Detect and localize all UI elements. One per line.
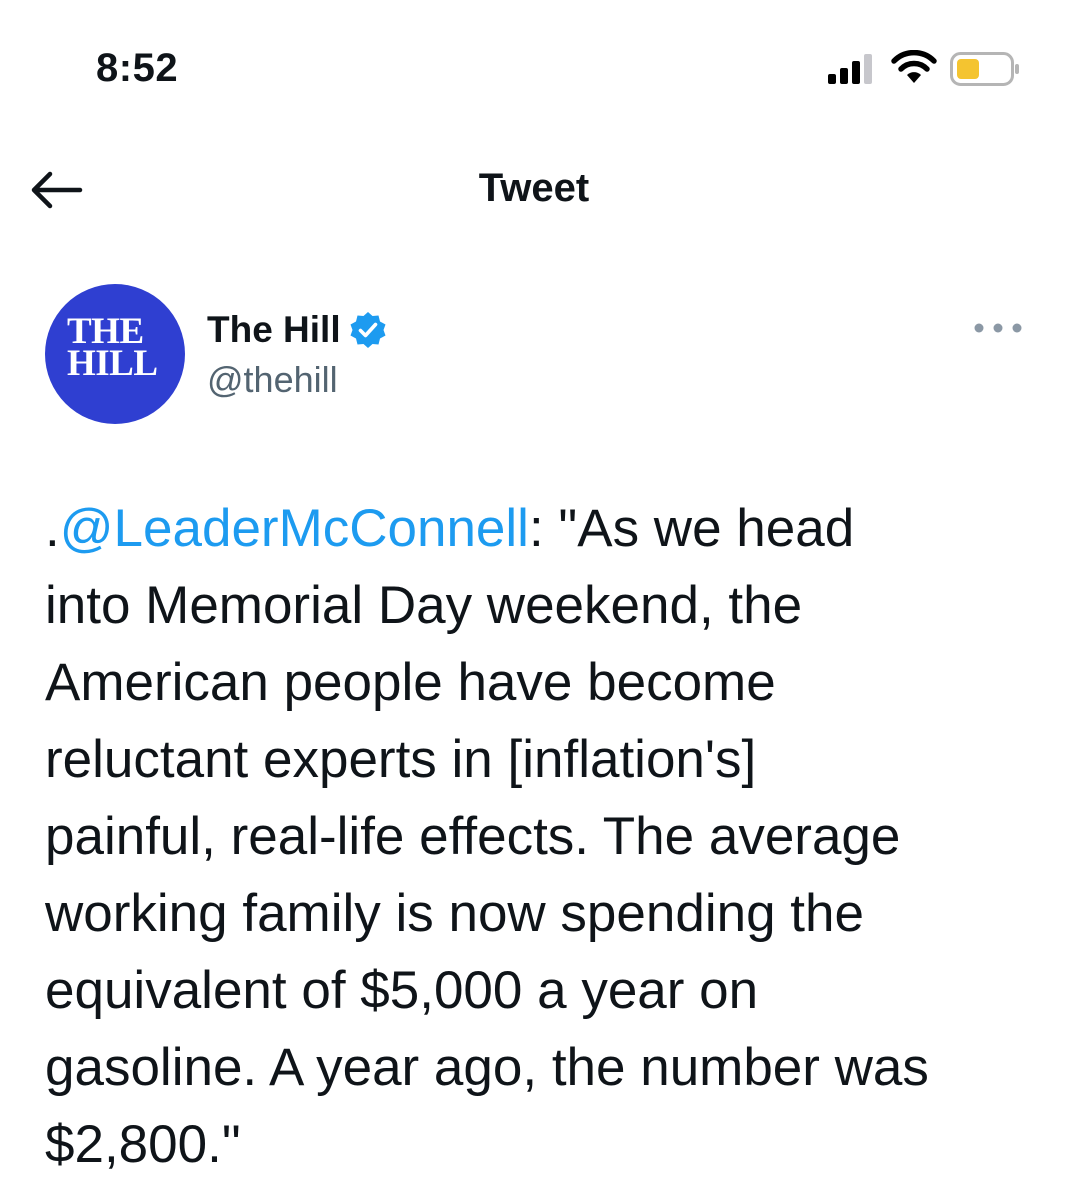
more-options-icon[interactable]	[970, 316, 1026, 340]
tweet-text: .@LeaderMcConnell: "As we head into Memo…	[45, 490, 1035, 1183]
tweet-line-9: $2,800."	[45, 1115, 241, 1174]
page-title: Tweet	[478, 166, 590, 210]
tweet-line-1: .@LeaderMcConnell: "As we head	[45, 490, 1035, 567]
handle[interactable]: @thehill	[207, 358, 338, 402]
tweet-prefix: .	[45, 499, 60, 558]
mention-link[interactable]: @LeaderMcConnell	[60, 499, 529, 558]
battery-icon	[950, 52, 1019, 86]
tweet-line-6: working family is now spending the	[45, 884, 864, 943]
display-name[interactable]: The Hill	[207, 308, 341, 352]
wifi-icon	[891, 50, 937, 83]
tweet-line-4: reluctant experts in [inflation's]	[45, 730, 757, 789]
tweet-line-3: American people have become	[45, 653, 776, 712]
signal-icon	[828, 54, 872, 84]
avatar[interactable]: THE HILL	[45, 284, 185, 424]
tweet-line-5: painful, real-life effects. The average	[45, 807, 901, 866]
avatar-logo-line2: HILL	[67, 343, 158, 384]
verified-badge-icon	[350, 312, 386, 348]
nav-bar: Tweet	[0, 140, 1068, 240]
status-bar: 8:52	[0, 0, 1068, 120]
status-time: 8:52	[96, 46, 179, 90]
tweet-author: THE HILL The Hill @thehill	[0, 280, 1068, 430]
tweet-line-1-rest: : "As we head	[528, 499, 855, 558]
tweet-line-2: into Memorial Day weekend, the	[45, 576, 803, 635]
display-name-row: The Hill	[207, 306, 387, 354]
tweet-line-8: gasoline. A year ago, the number was	[45, 1038, 929, 1097]
avatar-logo: THE HILL	[67, 313, 187, 382]
tweet-line-7: equivalent of $5,000 a year on	[45, 961, 759, 1020]
